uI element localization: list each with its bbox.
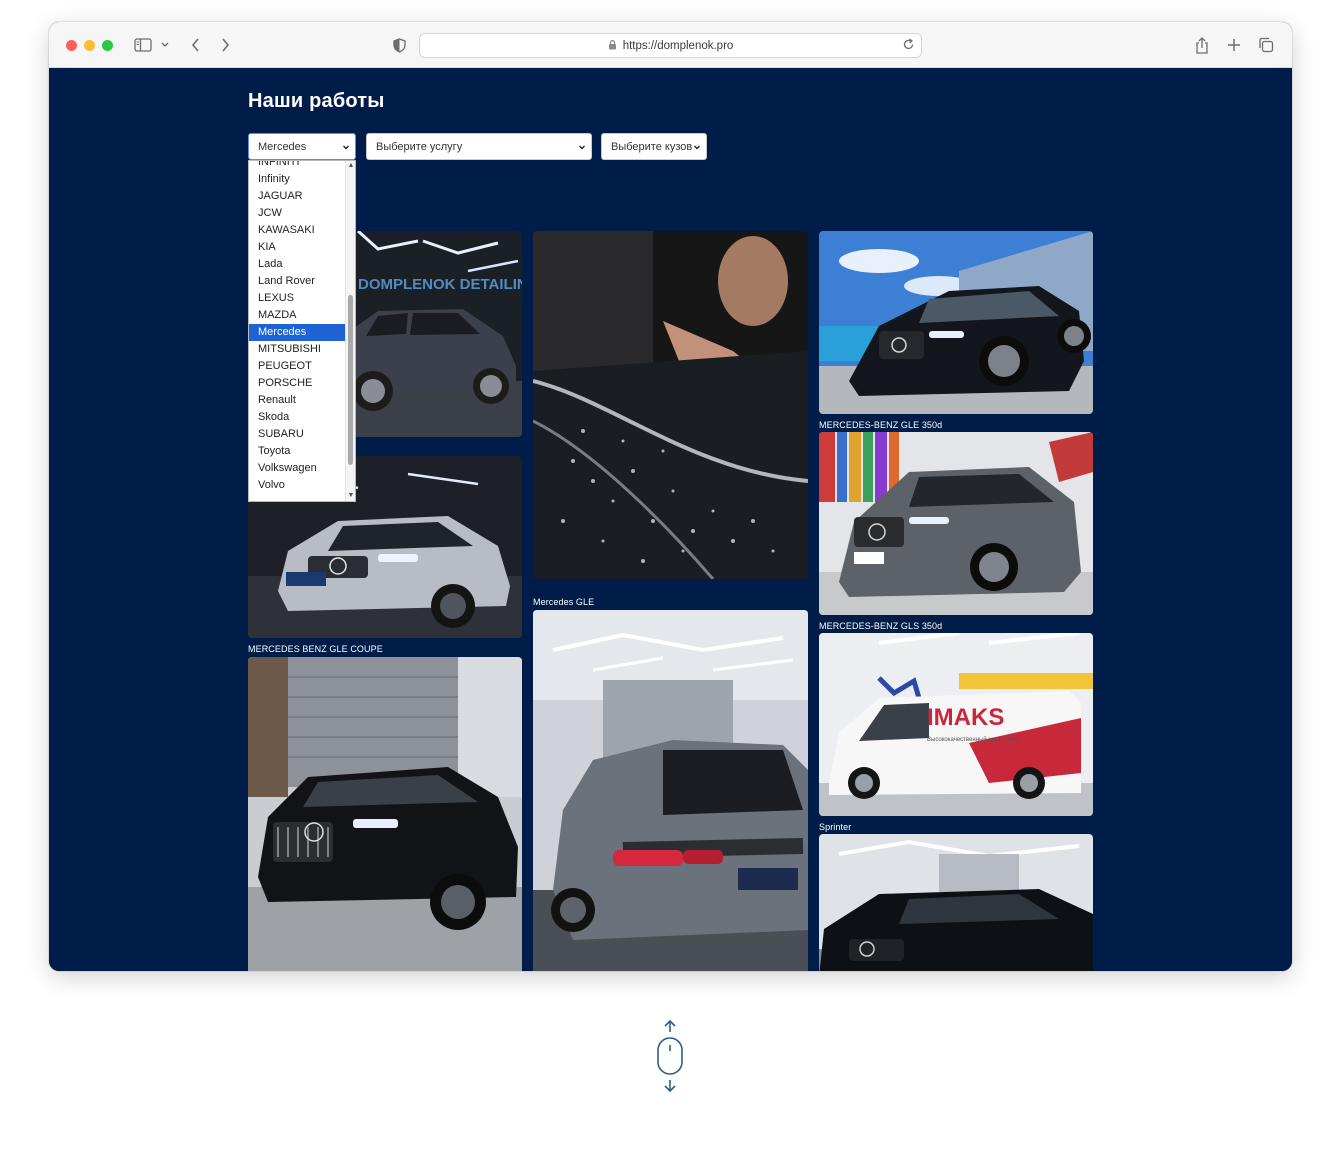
brand-option[interactable]: Volvo xyxy=(249,477,346,494)
scroll-up-icon[interactable]: ▲ xyxy=(347,162,355,170)
brand-option[interactable]: MAZDA xyxy=(249,307,346,324)
browser-toolbar: https://domplenok.pro xyxy=(49,22,1292,68)
scroll-down-icon[interactable]: ▼ xyxy=(347,492,355,500)
brand-option[interactable]: Skoda xyxy=(249,409,346,426)
car-photo xyxy=(533,231,808,579)
brand-option[interactable]: MITSUBISHI xyxy=(249,341,346,358)
van-brand-text: IMAKS xyxy=(927,704,1004,731)
photo-caption: Mercedes GLE xyxy=(533,597,595,607)
brand-option[interactable]: INFINITI xyxy=(249,161,346,171)
close-window-button[interactable] xyxy=(66,40,77,51)
brand-option[interactable]: KAWASAKI xyxy=(249,222,346,239)
sidebar-toggle-icon[interactable] xyxy=(133,35,153,55)
page-content: Наши работы Mercedes Выберите услугу Выб… xyxy=(49,68,1292,971)
share-icon[interactable] xyxy=(1193,35,1211,55)
back-icon[interactable] xyxy=(188,35,202,55)
photo-caption: Sprinter xyxy=(819,822,852,832)
brand-option[interactable]: SUBARU xyxy=(249,426,346,443)
browser-window: https://domplenok.pro Наши работы Merced… xyxy=(49,22,1292,971)
url-text: https://domplenok.pro xyxy=(622,39,734,52)
van-tagline-text: Высококачественный инструмент xyxy=(927,736,1021,743)
car-photo xyxy=(819,834,1093,971)
brand-option[interactable]: Lada xyxy=(249,256,346,273)
brand-option[interactable]: KIA xyxy=(249,239,346,256)
scroll-mouse-icon xyxy=(655,1019,685,1096)
brand-option[interactable]: JAGUAR xyxy=(249,188,346,205)
service-select-value: Выберите услугу xyxy=(376,140,463,153)
service-select[interactable]: Выберите услугу xyxy=(366,133,592,160)
address-bar[interactable]: https://domplenok.pro xyxy=(419,33,922,58)
chevron-down-icon xyxy=(578,141,586,156)
gallery-photo-gls-grey[interactable] xyxy=(819,432,1093,615)
brand-option[interactable]: Infinity xyxy=(249,171,346,188)
brand-option-selected[interactable]: Mercedes xyxy=(249,324,346,341)
page-title: Наши работы xyxy=(248,90,385,112)
scrollbar-thumb[interactable] xyxy=(348,295,353,465)
brand-option[interactable]: Land Rover xyxy=(249,273,346,290)
brand-option[interactable]: Volkswagen xyxy=(249,460,346,477)
lock-icon xyxy=(608,39,617,53)
brand-option[interactable]: JCW xyxy=(249,205,346,222)
photo-caption: MERCEDES BENZ GLE COUPE xyxy=(248,644,383,654)
car-photo xyxy=(533,610,808,971)
gallery-photo-black-sedan[interactable] xyxy=(819,834,1093,971)
minimize-window-button[interactable] xyxy=(84,40,95,51)
chevron-down-icon xyxy=(693,141,701,156)
car-photo xyxy=(819,432,1093,615)
photo-caption: MERCEDES-BENZ GLE 350d xyxy=(819,420,943,430)
brand-select-value: Mercedes xyxy=(258,140,307,153)
brand-select[interactable]: Mercedes xyxy=(248,133,356,160)
brand-dropdown-list[interactable]: INFINITI Infinity JAGUAR JCW KAWASAKI KI… xyxy=(248,160,356,502)
gallery-photo-gls-black[interactable] xyxy=(248,657,522,971)
tabs-overview-icon[interactable] xyxy=(1257,35,1275,55)
new-tab-icon[interactable] xyxy=(1225,35,1243,55)
photo-caption: MERCEDES-BENZ GLS 350d xyxy=(819,621,943,631)
car-photo xyxy=(248,657,522,971)
zoom-window-button[interactable] xyxy=(102,40,113,51)
studio-sign-text: DOMPLENOK DETAILING xyxy=(358,276,522,293)
body-select-value: Выберите кузов xyxy=(611,140,693,153)
privacy-shield-icon[interactable] xyxy=(391,35,407,55)
dropdown-scrollbar[interactable]: ▲ ▼ xyxy=(345,161,355,501)
car-photo: IMAKS Высококачественный инструмент xyxy=(819,633,1093,816)
chevron-down-icon xyxy=(342,141,350,156)
car-photo xyxy=(819,231,1093,414)
brand-option[interactable]: LEXUS xyxy=(249,290,346,307)
gallery-photo-windshield-film[interactable] xyxy=(533,231,808,579)
gallery-photo-gle-outdoor[interactable] xyxy=(819,231,1093,414)
brand-option[interactable]: Renault xyxy=(249,392,346,409)
brand-option[interactable]: PORSCHE xyxy=(249,375,346,392)
gallery-photo-gls-rear[interactable] xyxy=(533,610,808,971)
forward-icon[interactable] xyxy=(218,35,232,55)
gallery-photo-sprinter[interactable]: IMAKS Высококачественный инструмент xyxy=(819,633,1093,816)
reload-icon[interactable] xyxy=(902,38,915,54)
chevron-down-icon[interactable] xyxy=(159,35,171,55)
brand-option[interactable]: Toyota xyxy=(249,443,346,460)
body-type-select[interactable]: Выберите кузов xyxy=(601,133,707,160)
brand-option[interactable]: PEUGEOT xyxy=(249,358,346,375)
